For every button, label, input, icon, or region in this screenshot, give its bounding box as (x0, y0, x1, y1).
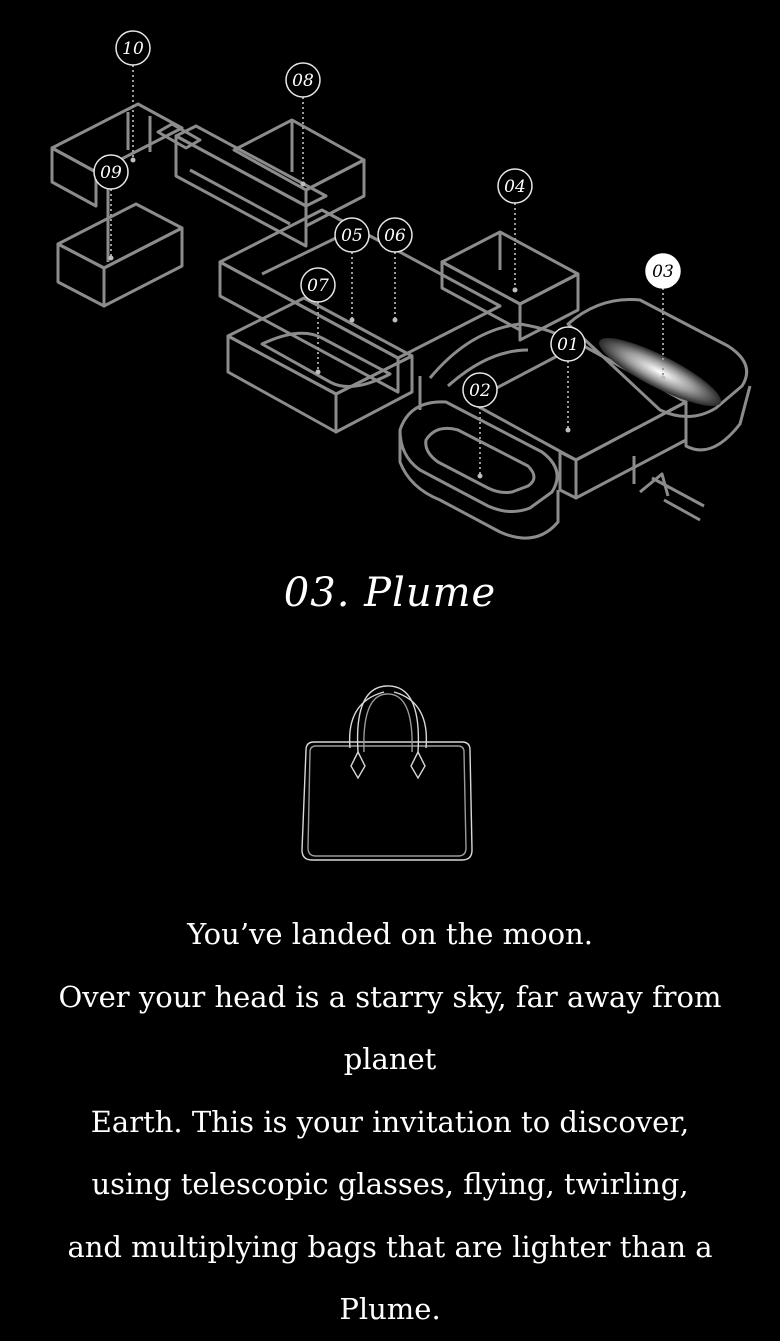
room-marker-05[interactable]: 05 (334, 217, 370, 323)
room-marker-10[interactable]: 10 (115, 30, 151, 163)
description-line: and multiplying bags that are lighter th… (67, 1229, 713, 1327)
description-line: You’ve landed on the moon. (187, 917, 593, 951)
room-marker-09[interactable]: 09 (93, 154, 129, 261)
room-marker-04[interactable]: 04 (497, 168, 533, 293)
marker-label: 05 (341, 226, 363, 246)
marker-dot (477, 473, 483, 479)
marker-dot (349, 317, 355, 323)
marker-dot (565, 427, 571, 433)
marker-dot (108, 255, 114, 261)
marker-dot (300, 181, 306, 187)
marker-label: 06 (384, 226, 406, 246)
room-description: You’ve landed on the moon. Over your hea… (30, 903, 750, 1341)
description-line: Over your head is a starry sky, far away… (58, 979, 722, 1077)
marker-dot (130, 157, 136, 163)
marker-dot (660, 375, 666, 381)
description-line: Earth. This is your invitation to discov… (90, 1104, 690, 1139)
room-03-highlight (598, 337, 722, 407)
description-line: using telescopic glasses, flying, twirli… (91, 1167, 689, 1201)
marker-label: 03 (652, 262, 674, 282)
room-08-walls (232, 118, 366, 228)
marker-label: 02 (469, 381, 491, 401)
entrance-arrow-icon (639, 472, 705, 522)
marker-dot (392, 317, 398, 323)
marker-label: 01 (557, 335, 579, 355)
room-10-walls (50, 102, 202, 208)
room-07-walls (226, 296, 414, 434)
marker-label: 10 (122, 39, 144, 59)
handbag-icon (301, 685, 473, 861)
marker-label: 07 (307, 276, 329, 296)
room-title: 03. Plume (283, 570, 497, 616)
room-03-walls (566, 298, 752, 452)
marker-dot (512, 287, 518, 293)
room-marker-01[interactable]: 01 (550, 326, 586, 433)
marker-label: 04 (504, 177, 526, 197)
room-09-walls (56, 180, 184, 308)
marker-dot (315, 369, 321, 375)
floor-plan-map: 01 02 03 04 05 06 07 08 09 10 (50, 30, 752, 540)
room-marker-06[interactable]: 06 (377, 217, 413, 323)
marker-label: 09 (100, 163, 122, 183)
marker-label: 08 (292, 71, 314, 91)
